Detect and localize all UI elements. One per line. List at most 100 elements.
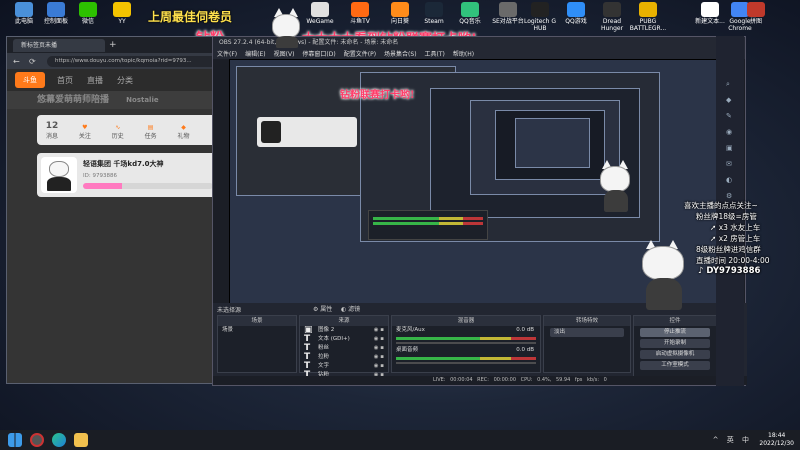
badge-strip [83,183,213,189]
visibility-lock-icons[interactable]: ◉ ▪ [374,353,384,362]
mic-volume-slider[interactable] [396,342,536,344]
desktop-icon-label: QQ音乐 [459,18,481,25]
start-recording-button[interactable]: 开始录制 [640,339,710,348]
scene-item[interactable]: 场景 [218,326,296,335]
source-item[interactable]: T 拉粉 ◉ ▪ [300,353,388,362]
nav-home[interactable]: 首页 [57,75,73,86]
welcome-line: 喜欢主播的点点关注~ [684,201,758,210]
source-label: 文字 [318,363,330,369]
stat-history[interactable]: ∿ 历史 [103,124,133,140]
desktop-icon[interactable]: QQ游戏 [556,2,596,25]
visibility-lock-icons[interactable]: ◉ ▪ [374,335,384,344]
filters-button[interactable]: ◐ 滤镜 [341,304,360,313]
desktop-icon[interactable]: WeGame [300,2,340,25]
scenes-dock: 场景 场景 [217,315,297,373]
app-icon [603,2,621,17]
edge-taskbar-icon[interactable] [52,433,66,447]
refresh-icon[interactable]: ⟳ [29,57,36,66]
side-toolbar-icons[interactable]: ⌕ ◆ ✎ ◉ ▣ ✉ ◐ ⚙ [726,76,733,204]
desktop-icon-label: PUBG BATTLEGR... [629,18,667,32]
stat-tasks[interactable]: ▤ 任务 [136,124,166,140]
stat-gifts[interactable]: ◆ 礼物 [169,124,199,140]
menu-docks[interactable]: 停靠窗口(D) [302,49,335,59]
browser-tab[interactable]: 新标签页未播 [13,38,105,52]
desktop-icon[interactable]: Steam [414,2,454,25]
banner: 悠幕爱萌萌师陪播 Nostalie [7,91,227,109]
site-header: 斗鱼 首页 直播 分类 [7,69,227,91]
clock-date: 2022/12/30 [759,440,794,447]
clock[interactable]: 18:44 2022/12/30 [759,432,794,448]
car-icon: ➚ [710,223,717,232]
mixer-header: 混音器 [392,316,540,326]
desktop-icon[interactable]: PUBG BATTLEGR... [628,2,668,32]
transition-select[interactable]: 淡出 [550,328,624,337]
nav-category[interactable]: 分类 [117,75,133,86]
streamer-id: ID: 9793886 [83,173,117,179]
menu-tools[interactable]: 工具(T) [425,49,445,59]
overlay-line: 直播时间 20:00-4:00 [696,256,770,265]
app-icon [425,2,443,17]
sources-list: ▣ 图像 2 ◉ ▪ T 文本 (GDI+) ◉ ▪ T 粉丝 ◉ ▪ T 拉粉 ◉ ▪ T 文字 ◉ ▪ T… [300,326,388,380]
desktop-meter [396,357,536,360]
rec-status: REC: 00:00:00 [477,377,517,383]
desktop-volume-slider[interactable] [396,362,536,364]
source-label: 文本 (GDI+) [318,336,350,342]
app-icon [15,2,33,17]
stream-info-overlay: 喜欢主播的点点关注~ 粉丝牌18级=房管 ➚ x3 水友上车 ➚ x2 房管上车… [636,200,786,277]
menu-edit[interactable]: 编辑(E) [245,49,265,59]
visibility-lock-icons[interactable]: ◉ ▪ [374,326,384,335]
live-status: LIVE: 00:00:04 [433,377,473,383]
desktop-icon[interactable]: Dread Hunger [592,2,632,32]
desktop-icon-label: YY [118,18,126,25]
app-icon [701,2,719,17]
menu-help[interactable]: 帮助(H) [453,49,474,59]
streamer-card[interactable]: 轻语集团 千场kd7.0大神 ID: 9793886 [37,153,217,197]
stat-messages[interactable]: 12 消息 [37,121,67,140]
douyu-logo[interactable]: 斗鱼 [15,72,45,88]
properties-button[interactable]: ⚙ 属性 [313,304,332,313]
folder-taskbar-icon[interactable] [74,433,88,447]
streamer-name[interactable]: 轻语集团 千场kd7.0大神 [83,159,164,169]
obs-docks: 未选择源 ⚙ 属性 ◐ 滤镜 场景 场景 来源 ▣ 图像 2 ◉ ▪ T 文本 (GDI… [213,303,747,385]
desktop-icon-label: WeGame [306,18,334,25]
desktop-icon[interactable]: YY [102,2,142,25]
source-item[interactable]: T 粉丝 ◉ ▪ [300,344,388,353]
source-item[interactable]: ▣ 图像 2 ◉ ▪ [300,326,388,335]
desktop-icon[interactable]: 斗鱼TV [340,2,380,25]
user-stats-card: 12 消息 ♥ 关注 ∿ 历史 ▤ 任务 ◆ 礼物 [37,115,217,145]
source-item[interactable]: T 文字 ◉ ▪ [300,362,388,371]
preview-nested-frame-5 [515,118,590,168]
url-field[interactable]: https://www.douyu.com/topic/kqmoia?rid=9… [47,55,217,67]
source-item[interactable]: T 文本 (GDI+) ◉ ▪ [300,335,388,344]
desktop-icon[interactable]: QQ音乐 [450,2,490,25]
preview-mini-docks [368,210,488,240]
studio-mode-button[interactable]: 工作室模式 [640,361,710,370]
virtual-camera-button[interactable]: 启动虚拟摄像机 [640,350,710,359]
windows-start-icon[interactable] [8,433,22,447]
desktop-icon[interactable]: Logitech G HUB [520,2,560,32]
overlay-line: ➚ x2 房管上车 [710,234,761,243]
menu-scene-collection[interactable]: 场景集合(S) [384,49,417,59]
system-tray[interactable]: ^ 英 中 [713,435,752,445]
stat-follow[interactable]: ♥ 关注 [70,124,100,140]
clock-time: 18:44 [768,432,786,439]
preview-watermark: 钻粉联赛打卡哟! [340,90,415,101]
new-tab-icon[interactable]: + [109,40,117,50]
menu-profile[interactable]: 配置文件(P) [344,49,376,59]
overlay-id: ♪ DY9793886 [698,266,761,276]
visibility-lock-icons[interactable]: ◉ ▪ [374,344,384,353]
back-icon[interactable]: ← [13,57,20,66]
nav-live[interactable]: 直播 [87,75,103,86]
menu-file[interactable]: 文件(F) [217,49,237,59]
browser-window[interactable]: 新标签页未播 + ← ⟳ https://www.douyu.com/topic… [6,36,228,384]
obs-taskbar-icon[interactable] [30,433,44,447]
app-icon [311,2,329,17]
stop-streaming-button[interactable]: 停止推流 [640,328,710,337]
tiktok-icon: ♪ [698,266,704,276]
banner-text: 悠幕爱萌萌师陪播 [37,95,110,105]
visibility-lock-icons[interactable]: ◉ ▪ [374,362,384,371]
banner-right-text: Nostalie [126,96,159,104]
desktop-icon[interactable]: 拼图 [736,2,776,25]
menu-view[interactable]: 视图(V) [274,49,295,59]
browser-address-bar: ← ⟳ https://www.douyu.com/topic/kqmoia?r… [7,53,227,69]
